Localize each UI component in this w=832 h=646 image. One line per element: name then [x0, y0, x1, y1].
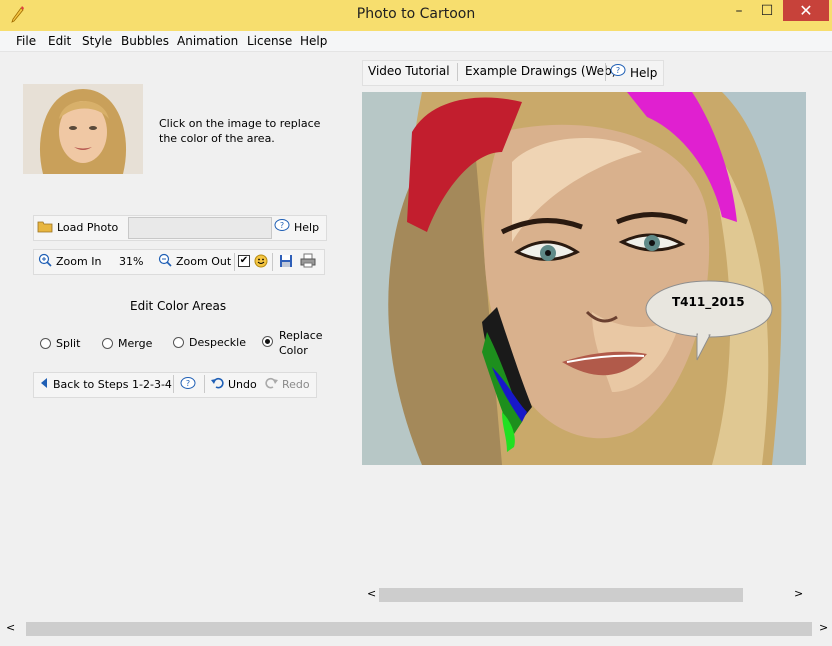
zoom-in-icon [38, 253, 52, 270]
menu-file[interactable]: File [16, 34, 36, 48]
option-replace-color-label: Replace Color [279, 329, 323, 357]
radio-replace-color[interactable] [262, 336, 273, 347]
toolbar-divider [204, 375, 205, 393]
option-split-label: Split [56, 337, 81, 350]
undo-button[interactable]: Undo [211, 377, 257, 392]
window-scroll-left-arrow[interactable]: < [6, 621, 15, 634]
option-split[interactable]: Split [40, 337, 80, 350]
back-arrow-icon [39, 377, 49, 392]
scroll-left-arrow[interactable]: < [367, 587, 376, 600]
tab-divider [457, 63, 458, 81]
redo-label: Redo [282, 378, 310, 391]
radio-split[interactable] [40, 338, 51, 349]
tab-help-label: Help [630, 65, 658, 80]
photo-path-field[interactable] [128, 217, 272, 239]
help-bubble-icon: ? [610, 64, 626, 81]
instruction-text: Click on the image to replace the color … [159, 117, 321, 145]
menu-license[interactable]: License [247, 34, 292, 48]
zoom-in-button[interactable]: Zoom In [38, 253, 101, 270]
svg-text:?: ? [186, 379, 190, 388]
show-original-checkbox[interactable]: ✔ [238, 255, 250, 267]
toolbar-divider [234, 253, 235, 271]
minimize-button[interactable]: – [726, 0, 752, 22]
redo-button[interactable]: Redo [265, 377, 310, 392]
menu-edit[interactable]: Edit [48, 34, 71, 48]
toolbar-divider [272, 253, 273, 271]
svg-text:?: ? [280, 221, 284, 230]
radio-despeckle[interactable] [173, 337, 184, 348]
edit-color-areas-title: Edit Color Areas [130, 299, 227, 313]
zoom-out-label: Zoom Out [176, 255, 232, 268]
tab-divider [605, 63, 606, 81]
help-label: Help [294, 221, 320, 234]
folder-icon [37, 219, 53, 236]
load-photo-button[interactable]: Load Photo [37, 219, 118, 236]
toolbar-divider [173, 375, 174, 393]
redo-icon [265, 377, 278, 392]
canvas-scrollbar-thumb[interactable] [379, 588, 743, 602]
print-icon[interactable] [300, 253, 316, 271]
back-to-steps-label: Back to Steps 1-2-3-4 [53, 378, 172, 391]
option-merge-label: Merge [118, 337, 153, 350]
svg-text:?: ? [616, 66, 620, 75]
option-merge[interactable]: Merge [102, 337, 152, 350]
tab-example-drawings[interactable]: Example Drawings (Web) [465, 64, 616, 78]
tab-help[interactable]: ? Help [610, 64, 657, 81]
undo-label: Undo [228, 378, 257, 391]
steps-help-icon[interactable]: ? [180, 377, 196, 394]
window-scrollbar-thumb[interactable] [26, 622, 812, 636]
option-despeckle[interactable]: Despeckle [173, 336, 246, 349]
close-button[interactable]: ✕ [783, 0, 829, 21]
menu-bubbles[interactable]: Bubbles [121, 34, 169, 48]
menu-animation[interactable]: Animation [177, 34, 238, 48]
help-button[interactable]: ? Help [274, 219, 319, 236]
undo-icon [211, 377, 224, 392]
speech-bubble-text[interactable]: T411_2015 [672, 295, 745, 309]
photo-thumbnail[interactable] [23, 84, 143, 174]
back-to-steps-button[interactable]: Back to Steps 1-2-3-4 [39, 377, 172, 392]
window-title: Photo to Cartoon [356, 6, 476, 22]
zoom-in-label: Zoom In [56, 255, 102, 268]
window-scroll-right-arrow[interactable]: > [819, 621, 828, 634]
smiley-icon[interactable] [254, 254, 268, 271]
option-despeckle-label: Despeckle [189, 336, 246, 349]
radio-merge[interactable] [102, 338, 113, 349]
zoom-out-icon [158, 253, 172, 270]
maximize-button[interactable]: ☐ [754, 0, 780, 22]
tab-video-tutorial[interactable]: Video Tutorial [368, 64, 450, 78]
save-icon[interactable] [279, 254, 293, 271]
zoom-level: 31% [119, 255, 144, 268]
load-photo-label: Load Photo [57, 221, 119, 234]
menu-style[interactable]: Style [82, 34, 112, 48]
zoom-out-button[interactable]: Zoom Out [158, 253, 231, 270]
menu-help[interactable]: Help [300, 34, 327, 48]
help-bubble-icon: ? [274, 219, 290, 236]
cartoon-canvas[interactable]: T411_2015 [362, 92, 806, 465]
scroll-right-arrow[interactable]: > [794, 587, 803, 600]
